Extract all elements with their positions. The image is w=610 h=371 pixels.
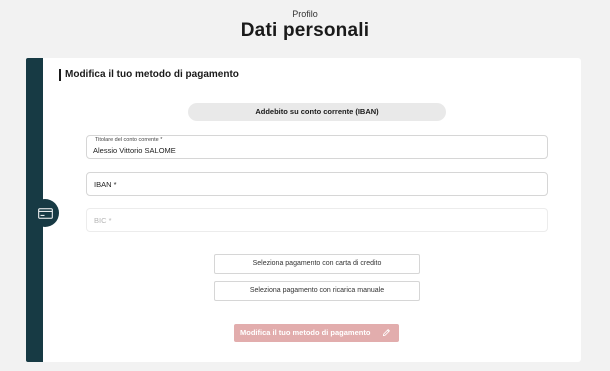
pencil-icon — [382, 329, 390, 337]
bic-field-placeholder: BIC * — [94, 216, 112, 225]
iban-field-placeholder: IBAN * — [94, 180, 117, 189]
holder-field[interactable]: Titolare del conto corrente * Alessio Vi… — [86, 135, 548, 159]
card-icon-badge — [31, 199, 59, 227]
page-title: Dati personali — [240, 20, 370, 41]
payment-method-pill: Addebito su conto corrente (IBAN) — [188, 103, 446, 121]
card: Modifica il tuo metodo di pagamento Adde… — [43, 58, 581, 362]
submit-button-label: Modifica il tuo metodo di pagamento — [240, 328, 371, 337]
holder-field-value: Alessio Vittorio SALOME — [93, 146, 176, 155]
page-subtitle: Profilo — [292, 9, 318, 19]
credit-card-icon — [37, 207, 53, 219]
select-manual-topup-button[interactable]: Seleziona pagamento con ricarica manuale — [214, 281, 420, 301]
select-credit-card-button[interactable]: Seleziona pagamento con carta di credito — [214, 254, 420, 274]
iban-field[interactable]: IBAN * — [86, 172, 548, 196]
bic-field[interactable]: BIC * — [86, 208, 548, 232]
section-title: Modifica il tuo metodo di pagamento — [59, 69, 239, 81]
holder-field-label: Titolare del conto corrente * — [95, 137, 163, 143]
submit-payment-method-button[interactable]: Modifica il tuo metodo di pagamento — [234, 324, 399, 342]
